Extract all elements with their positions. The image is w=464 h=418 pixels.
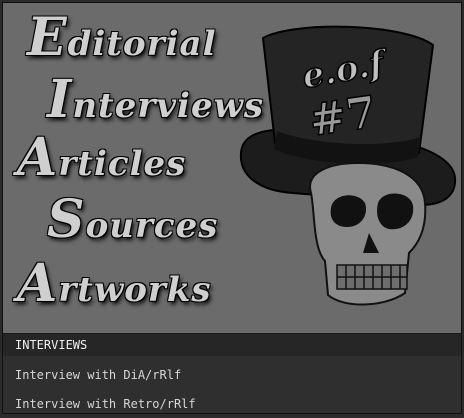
section-heading: INTERVIEWS (3, 334, 461, 356)
skull-logo: e.o.f #7 (233, 3, 461, 333)
nav-item-cap: A (17, 127, 59, 188)
header-banner: Editorial Interviews Articles Sources Ar… (3, 3, 461, 334)
nav-item-cap: I (47, 69, 73, 130)
nav-item-articles[interactable]: Articles (17, 127, 186, 188)
skull-top-hat-icon: e.o.f #7 (239, 25, 457, 306)
nav-item-label: ources (85, 206, 219, 246)
nav-item-label: rtworks (58, 270, 212, 310)
nav-item-interviews[interactable]: Interviews (47, 69, 264, 130)
interview-link-retro[interactable]: Interview with Retro/rRlf (15, 397, 196, 411)
hat-issue-text: #7 (306, 87, 380, 147)
interview-link-dia[interactable]: Interview with DiA/rRlf (15, 368, 181, 382)
nav-menu: Editorial Interviews Articles Sources Ar… (3, 3, 263, 333)
nav-item-cap: S (47, 189, 86, 250)
content-panel: INTERVIEWS Interview with DiA/rRlf Inter… (3, 334, 461, 413)
page-frame: Editorial Interviews Articles Sources Ar… (2, 2, 462, 414)
nav-item-editorial[interactable]: Editorial (27, 7, 217, 68)
nav-item-cap: E (27, 7, 68, 68)
nav-item-artworks[interactable]: Artworks (17, 253, 212, 314)
nav-item-sources[interactable]: Sources (47, 189, 218, 250)
nav-item-cap: A (17, 253, 59, 314)
nav-item-label: rticles (58, 144, 187, 184)
nav-item-label: ditorial (67, 24, 217, 64)
